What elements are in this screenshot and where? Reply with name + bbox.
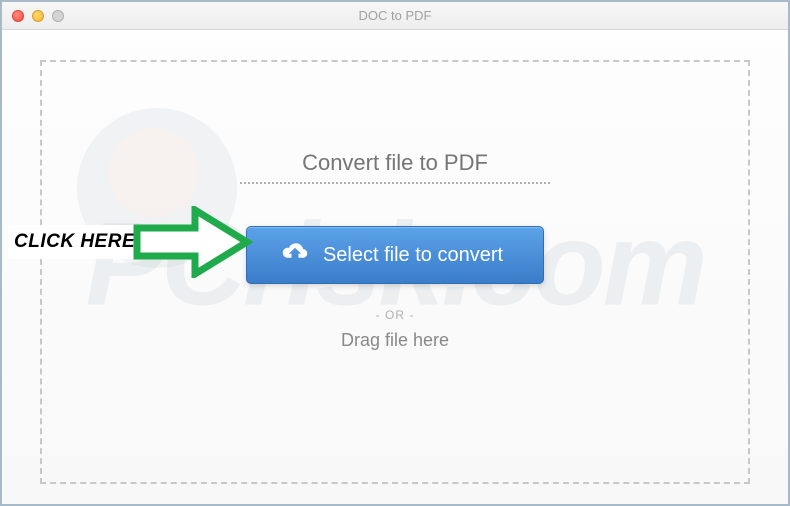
arrow-right-icon	[133, 206, 253, 278]
drag-file-text: Drag file here	[341, 330, 449, 351]
heading-text: Convert file to PDF	[302, 150, 488, 176]
window-titlebar: DOC to PDF	[2, 2, 788, 30]
click-here-label: CLICK HERE	[8, 225, 137, 259]
click-here-annotation: CLICK HERE	[8, 206, 253, 278]
select-file-button[interactable]: Select file to convert	[246, 226, 544, 284]
cloud-upload-icon	[281, 241, 309, 269]
close-window-button[interactable]	[12, 10, 24, 22]
maximize-window-button[interactable]	[52, 10, 64, 22]
select-file-button-label: Select file to convert	[323, 244, 503, 267]
minimize-window-button[interactable]	[32, 10, 44, 22]
or-divider: - OR -	[376, 308, 415, 322]
window-title: DOC to PDF	[2, 8, 788, 23]
traffic-lights	[12, 10, 64, 22]
dotted-separator	[240, 182, 550, 184]
